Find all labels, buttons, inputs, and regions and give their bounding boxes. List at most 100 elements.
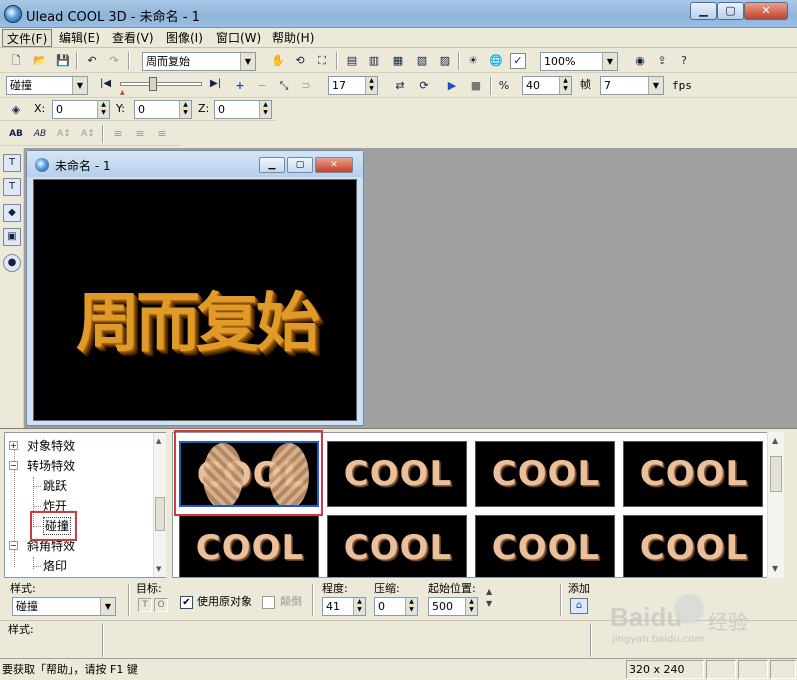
tree-scroll-thumb[interactable] xyxy=(155,497,165,531)
thumbnail-item[interactable]: COOL xyxy=(327,515,467,577)
chevron-down-icon[interactable]: ▼ xyxy=(240,53,255,70)
camera-view-2-icon[interactable]: ▥ xyxy=(366,53,382,69)
loop-icon[interactable]: ⇄ xyxy=(392,78,408,94)
chevron-down-icon[interactable]: ▼ xyxy=(100,598,115,615)
chevron-down-icon[interactable]: ▼ xyxy=(648,77,663,94)
save-icon[interactable]: 💾 xyxy=(55,53,71,69)
target-object-button[interactable]: O xyxy=(154,598,168,612)
app-icon[interactable] xyxy=(4,5,22,23)
insert-text-icon[interactable]: T xyxy=(3,154,21,172)
target-text-button[interactable]: T xyxy=(138,598,152,612)
text-italic-icon[interactable]: AB xyxy=(32,126,48,142)
spin-arrows-icon[interactable]: ▲ ▼ xyxy=(353,598,365,615)
scroll-down-icon[interactable]: ▼ xyxy=(772,564,778,573)
camera-view-4-icon[interactable]: ▧ xyxy=(414,53,430,69)
thumbnail-item[interactable]: COOL xyxy=(475,515,615,577)
fps-combo[interactable]: 7 ▼ xyxy=(600,76,664,95)
document-maximize-button[interactable]: ▢ xyxy=(287,157,313,173)
last-frame-icon[interactable]: ▶| xyxy=(210,78,226,94)
stop-icon[interactable]: ■ xyxy=(468,78,484,94)
undo-icon[interactable]: ↶ xyxy=(84,53,100,69)
chevron-down-icon[interactable]: ▼ xyxy=(72,77,87,94)
spin-arrows-icon[interactable]: ▲ ▼ xyxy=(97,101,109,118)
reverse-keyframe-icon[interactable]: ⤡ xyxy=(276,78,292,94)
expand-icon[interactable]: + xyxy=(9,441,18,450)
document-minimize-button[interactable]: ▁ xyxy=(259,157,285,173)
menu-view[interactable]: 查看(V) xyxy=(108,29,158,47)
align-right-icon[interactable]: ≡ xyxy=(154,126,170,142)
close-button[interactable]: ✕ xyxy=(744,2,788,20)
chevron-down-icon[interactable]: ▼ xyxy=(602,53,617,70)
spin-arrows-icon[interactable]: ▲ ▼ xyxy=(259,101,271,118)
refresh-icon[interactable]: ⟳ xyxy=(416,78,432,94)
spin-arrows-icon[interactable]: ▲ ▼ xyxy=(405,598,417,615)
scroll-down-icon[interactable]: ▼ xyxy=(156,565,161,573)
align-center-icon[interactable]: ≡ xyxy=(132,126,148,142)
new-file-icon[interactable]: 🗋 xyxy=(8,53,24,69)
menu-edit[interactable]: 编辑(E) xyxy=(55,29,104,47)
add-to-library-icon[interactable]: ⌂ xyxy=(570,598,588,614)
check-quality-icon[interactable]: ✓ xyxy=(510,53,526,69)
preview-canvas[interactable]: 周而复始 xyxy=(33,179,357,421)
text-bold-icon[interactable]: AB xyxy=(8,126,24,142)
thumbnail-item[interactable]: COOL xyxy=(623,515,763,577)
zoom-combo[interactable]: 100% ▼ xyxy=(540,52,618,71)
open-folder-icon[interactable]: 📂 xyxy=(32,53,48,69)
spin-arrows-icon[interactable]: ▲ ▼ xyxy=(179,101,191,118)
menu-file[interactable]: 文件(F) xyxy=(2,29,53,47)
add-keyframe-icon[interactable]: + xyxy=(232,78,248,94)
previous-icon[interactable]: ⊃ xyxy=(298,78,314,94)
minimize-button[interactable]: ▁ xyxy=(690,2,717,20)
compress-spin[interactable]: 0 ▲ ▼ xyxy=(374,597,418,616)
thumbnail-item[interactable]: COOL xyxy=(179,515,319,577)
menu-help[interactable]: 帮助(H) xyxy=(268,29,318,47)
thumbnail-item[interactable]: COOL xyxy=(623,441,763,507)
collapse-icon[interactable]: − xyxy=(9,541,18,550)
camera-view-3-icon[interactable]: ▦ xyxy=(390,53,406,69)
scroll-up-icon[interactable]: ▲ xyxy=(156,437,161,445)
start-position-spin[interactable]: 500 ▲ ▼ xyxy=(428,597,478,616)
thumbnail-item[interactable]: COOL xyxy=(475,441,615,507)
effect-combo[interactable]: 碰撞 ▼ xyxy=(6,76,88,95)
spin-arrows-icon[interactable]: ▲ ▼ xyxy=(465,598,477,615)
globe-icon[interactable]: 🌐 xyxy=(488,53,504,69)
collapse-icon[interactable]: − xyxy=(9,461,18,470)
align-left-icon[interactable]: ≡ xyxy=(110,126,126,142)
timeline-slider[interactable] xyxy=(120,77,202,91)
thumbnail-item[interactable]: COOL xyxy=(327,441,467,507)
frame-spin[interactable]: 17 ▲ ▼ xyxy=(328,76,378,95)
scroll-up-icon[interactable]: ▲ xyxy=(772,436,778,445)
rotate-object-icon[interactable]: ⟲ xyxy=(292,53,308,69)
style-combo[interactable]: 碰撞 ▼ xyxy=(12,597,116,616)
help-pointer-icon[interactable]: ? xyxy=(676,53,692,69)
play-icon[interactable]: ▶ xyxy=(444,78,460,94)
camera-view-5-icon[interactable]: ▨ xyxy=(437,53,453,69)
object-library-icon[interactable]: ● xyxy=(3,254,21,272)
spin-arrows-icon[interactable]: ▲ ▼ xyxy=(365,77,377,94)
use-original-checkbox[interactable]: ✔ xyxy=(180,596,193,609)
maximize-button[interactable]: ▢ xyxy=(717,2,744,20)
web-icon[interactable]: ◉ xyxy=(632,53,648,69)
camera-view-1-icon[interactable]: ▤ xyxy=(344,53,360,69)
text-combo[interactable]: 周而复始 ▼ xyxy=(142,52,256,71)
frames-total-spin[interactable]: 40 ▲ ▼ xyxy=(522,76,572,95)
export-icon[interactable]: ⇪ xyxy=(654,53,670,69)
edit-text-icon[interactable]: T xyxy=(3,178,21,196)
percent-icon[interactable]: % xyxy=(496,78,512,94)
menu-image[interactable]: 图像(I) xyxy=(162,29,207,47)
menu-window[interactable]: 窗口(W) xyxy=(212,29,265,47)
text-spacing-icon[interactable]: A↕ xyxy=(56,126,72,142)
degree-spin[interactable]: 41 ▲ ▼ xyxy=(322,597,366,616)
thumbs-scroll-thumb[interactable] xyxy=(770,456,782,492)
object-select-icon[interactable]: ▣ xyxy=(3,228,21,246)
line-spacing-icon[interactable]: A↕ xyxy=(80,126,96,142)
panel-scroll-icon[interactable]: ▲ ▼ xyxy=(486,586,492,610)
x-input[interactable]: 0 ▲ ▼ xyxy=(52,100,110,119)
size-object-icon[interactable]: ⛶ xyxy=(314,53,330,69)
thumbnails-scrollbar[interactable]: ▲ ▼ xyxy=(767,432,784,578)
z-input[interactable]: 0 ▲ ▼ xyxy=(214,100,272,119)
insert-geometry-icon[interactable]: ◆ xyxy=(3,204,21,222)
timeline-thumb[interactable] xyxy=(149,77,157,91)
reverse-checkbox[interactable] xyxy=(262,596,275,609)
first-frame-icon[interactable]: |◀ xyxy=(100,78,116,94)
